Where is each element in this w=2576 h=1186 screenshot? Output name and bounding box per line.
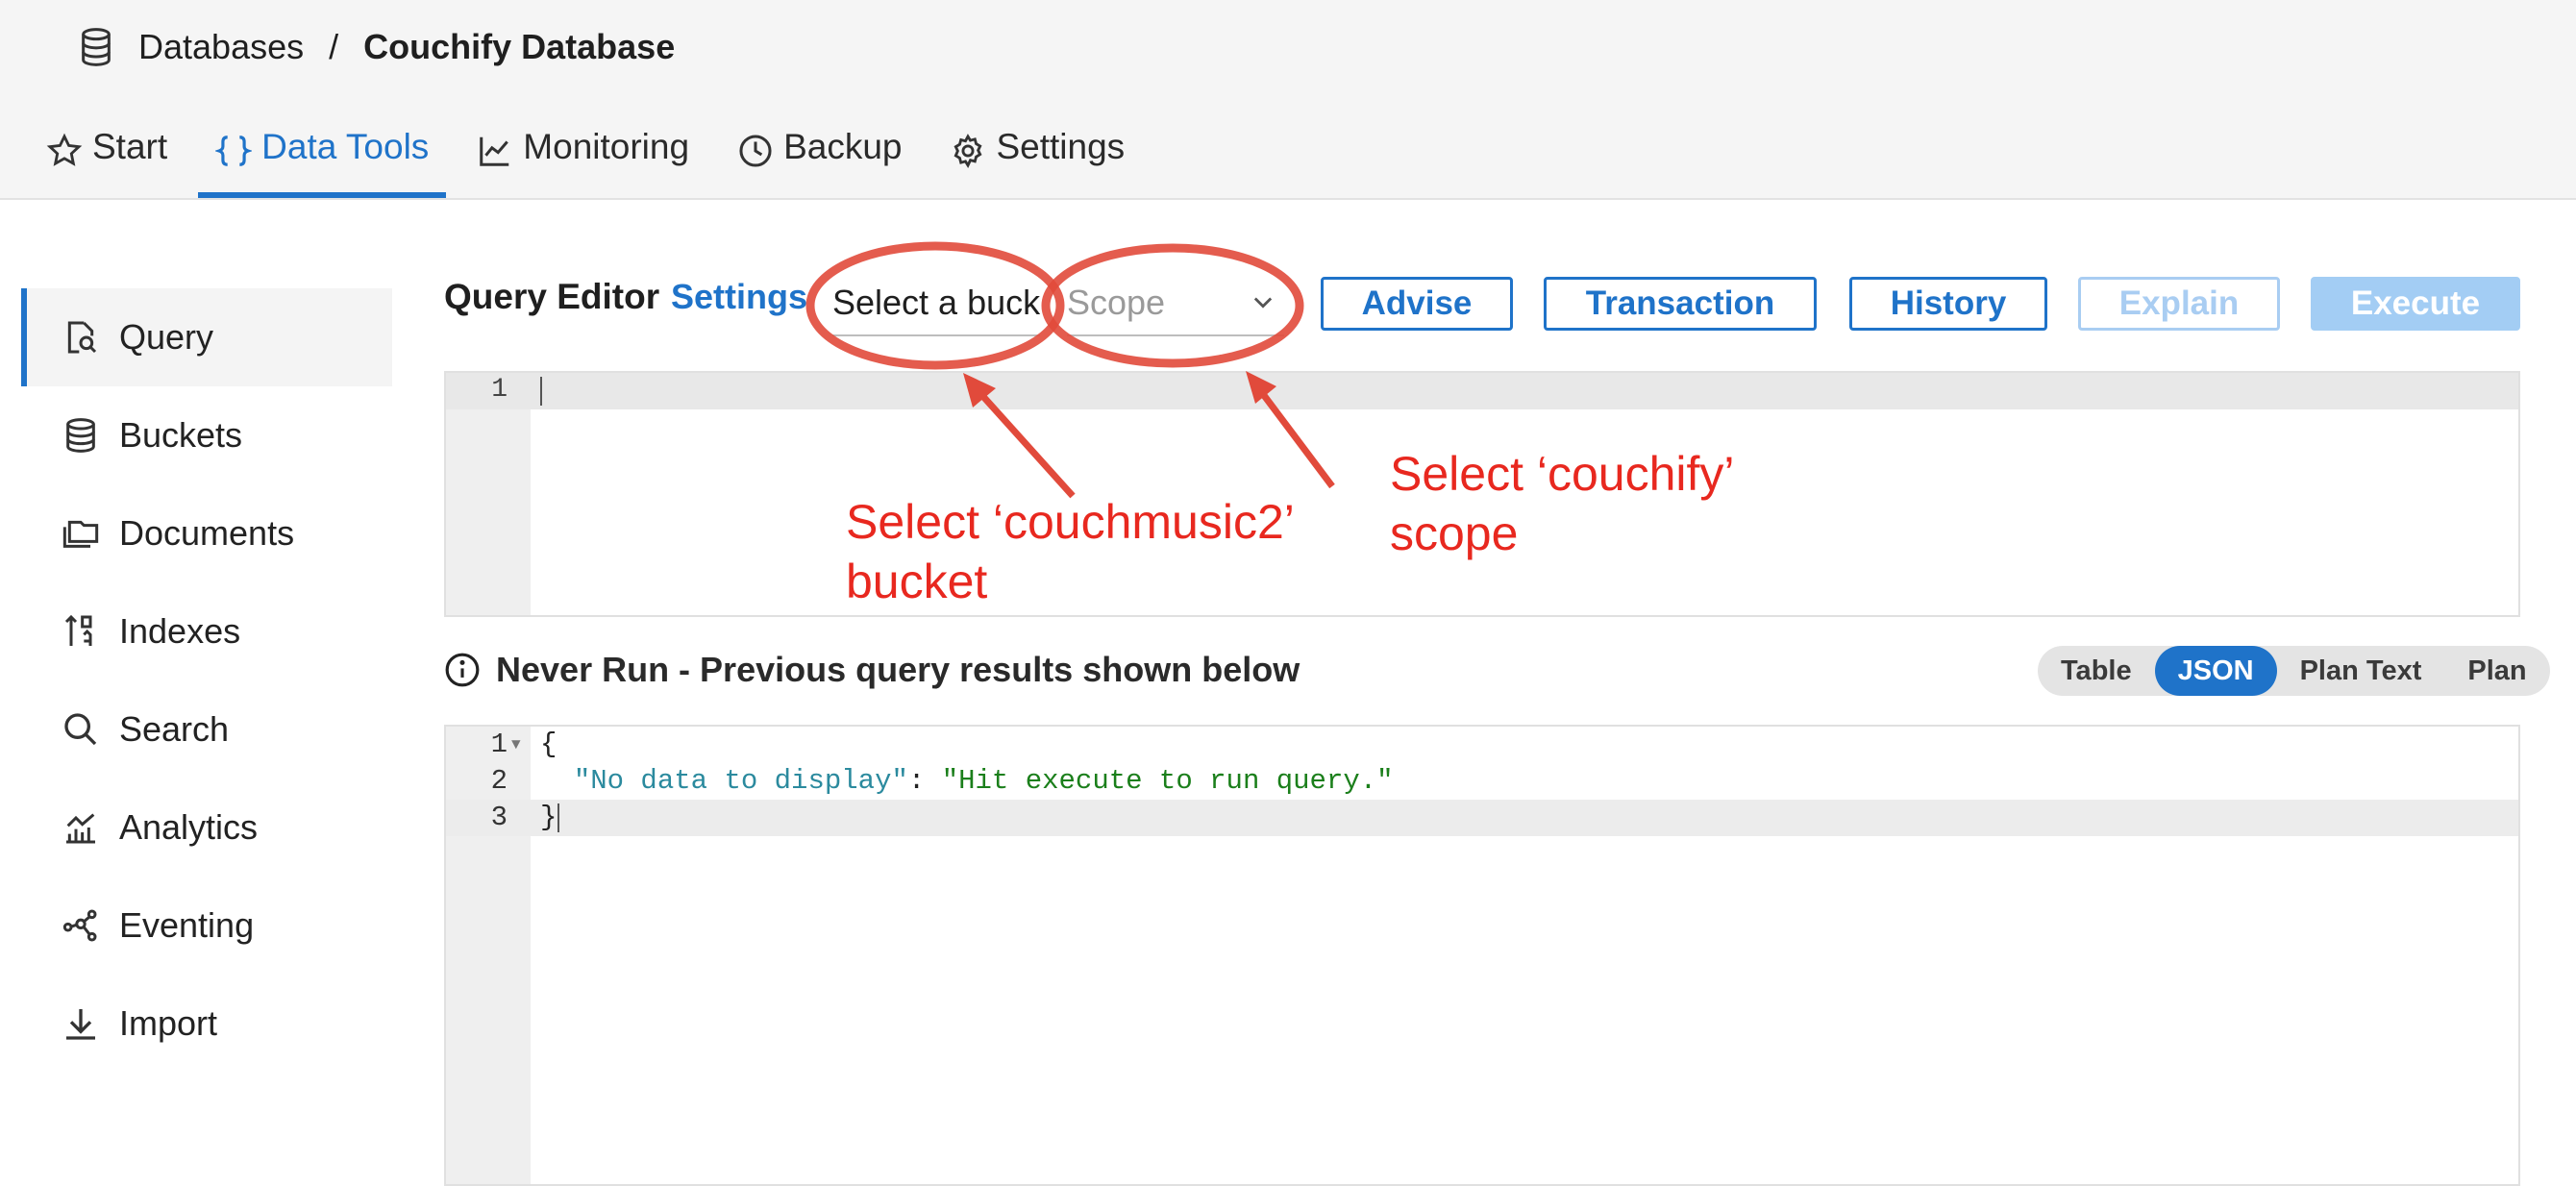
info-icon [445, 653, 480, 687]
editor-line-number: 1 [491, 375, 508, 405]
chart-line-icon [480, 136, 509, 166]
braces-icon [215, 136, 253, 166]
results-cursor [557, 803, 559, 832]
database-icon [82, 28, 111, 66]
execute-button[interactable]: Execute [2311, 277, 2520, 331]
eventing-icon [62, 909, 97, 942]
view-table-button[interactable]: Table [2038, 646, 2155, 696]
bucket-select-value: Select a bucket [832, 283, 1040, 322]
scope-select-placeholder: Scope [1067, 283, 1166, 322]
sidebar-item-label: Query [119, 317, 214, 357]
top-header: Databases / Couchify Database Start Data… [0, 0, 2576, 200]
sidebar-item-query[interactable]: Query [21, 288, 392, 386]
results-viewer[interactable]: 1 ▼ { 2 "No data to display": "Hit execu… [444, 725, 2520, 1186]
results-line-number: 2 [490, 765, 508, 797]
breadcrumb-current: Couchify Database [363, 27, 676, 66]
search-icon [64, 713, 97, 746]
json-key: "No data to display" [573, 765, 908, 797]
sidebar-item-eventing[interactable]: Eventing [21, 877, 392, 975]
sidebar-item-indexes[interactable]: Indexes [21, 582, 392, 680]
tab-data-tools[interactable]: Data Tools [198, 115, 447, 198]
folders-icon [62, 520, 99, 548]
json-colon: : [907, 765, 942, 797]
star-icon [46, 133, 83, 166]
editor-cursor [540, 377, 542, 406]
results-line-content: } [540, 802, 557, 833]
bucket-annotation-note: Select ‘couchmusic2’ bucket [846, 495, 1295, 608]
sidebar-item-label: Documents [119, 513, 295, 553]
tab-start-label: Start [92, 127, 168, 166]
query-settings-link[interactable]: Settings [671, 277, 807, 317]
tab-monitoring[interactable]: Monitoring [459, 115, 706, 198]
transaction-button[interactable]: Transaction [1544, 277, 1817, 331]
view-plan-button[interactable]: Plan [2444, 646, 2549, 696]
tab-backup[interactable]: Backup [720, 115, 919, 198]
query-icon [67, 321, 97, 354]
explain-button[interactable]: Explain [2078, 277, 2280, 331]
analytics-icon [66, 813, 95, 844]
results-line: 2 "No data to display": "Hit execute to … [446, 763, 2518, 800]
bucket-select[interactable]: Select a bucket [832, 271, 1040, 336]
tab-settings[interactable]: Settings [932, 115, 1142, 198]
breadcrumb: Databases / Couchify Database [77, 23, 675, 71]
results-line-content: "No data to display": "Hit execute to ru… [540, 763, 1394, 800]
tab-data-tools-label: Data Tools [261, 127, 430, 166]
sidebar-item-buckets[interactable]: Buckets [21, 386, 392, 484]
json-value: "Hit execute to run query." [941, 765, 1394, 797]
query-editor-title: Query Editor [444, 277, 660, 316]
tab-settings-label: Settings [996, 127, 1126, 166]
tab-backup-label: Backup [783, 127, 903, 166]
database-icon [66, 418, 95, 453]
tab-bar: Start Data Tools Monitoring Backup Setti… [29, 115, 1155, 198]
sidebar-item-label: Search [119, 709, 230, 749]
scope-select[interactable]: Scope [1067, 271, 1284, 336]
results-line-number: 1 [490, 729, 508, 760]
status-text: Never Run - Previous query results shown… [496, 650, 1300, 689]
editor-active-line [446, 373, 2518, 409]
sidebar-item-label: Analytics [119, 807, 259, 847]
results-line-content: { [540, 729, 557, 760]
sidebar: Query Buckets Documents Indexes Search A… [21, 288, 392, 1073]
advise-button[interactable]: Advise [1321, 277, 1513, 331]
sort-icon [64, 614, 92, 646]
breadcrumb-separator: / [329, 27, 339, 66]
results-line-number: 3 [490, 802, 508, 833]
clock-icon [739, 135, 772, 167]
sidebar-item-analytics[interactable]: Analytics [21, 778, 392, 877]
history-button[interactable]: History [1849, 277, 2047, 331]
results-line: 1 ▼ { [446, 727, 2518, 763]
tab-monitoring-label: Monitoring [523, 127, 690, 166]
sidebar-item-documents[interactable]: Documents [21, 484, 392, 582]
view-json-button[interactable]: JSON [2154, 646, 2277, 696]
gear-icon [954, 134, 982, 169]
sidebar-item-label: Eventing [119, 905, 255, 945]
fold-toggle-icon[interactable]: ▼ [511, 727, 521, 763]
result-view-toggle: Table JSON Plan Text Plan [2038, 646, 2550, 696]
chevron-down-icon [1253, 297, 1273, 309]
query-status: Never Run - Previous query results shown… [444, 650, 1300, 690]
sidebar-item-label: Import [119, 1003, 218, 1043]
breadcrumb-databases-link[interactable]: Databases [138, 27, 304, 67]
sidebar-item-import[interactable]: Import [21, 975, 392, 1073]
view-plan-text-button[interactable]: Plan Text [2277, 646, 2445, 696]
scope-annotation-note: Select ‘couchify’ scope [1390, 447, 1735, 560]
results-line: 3 } [446, 800, 2518, 836]
sidebar-item-label: Indexes [119, 611, 241, 651]
download-icon [66, 1009, 95, 1040]
sidebar-item-label: Buckets [119, 415, 243, 455]
sidebar-item-search[interactable]: Search [21, 680, 392, 778]
tab-start[interactable]: Start [29, 115, 185, 198]
